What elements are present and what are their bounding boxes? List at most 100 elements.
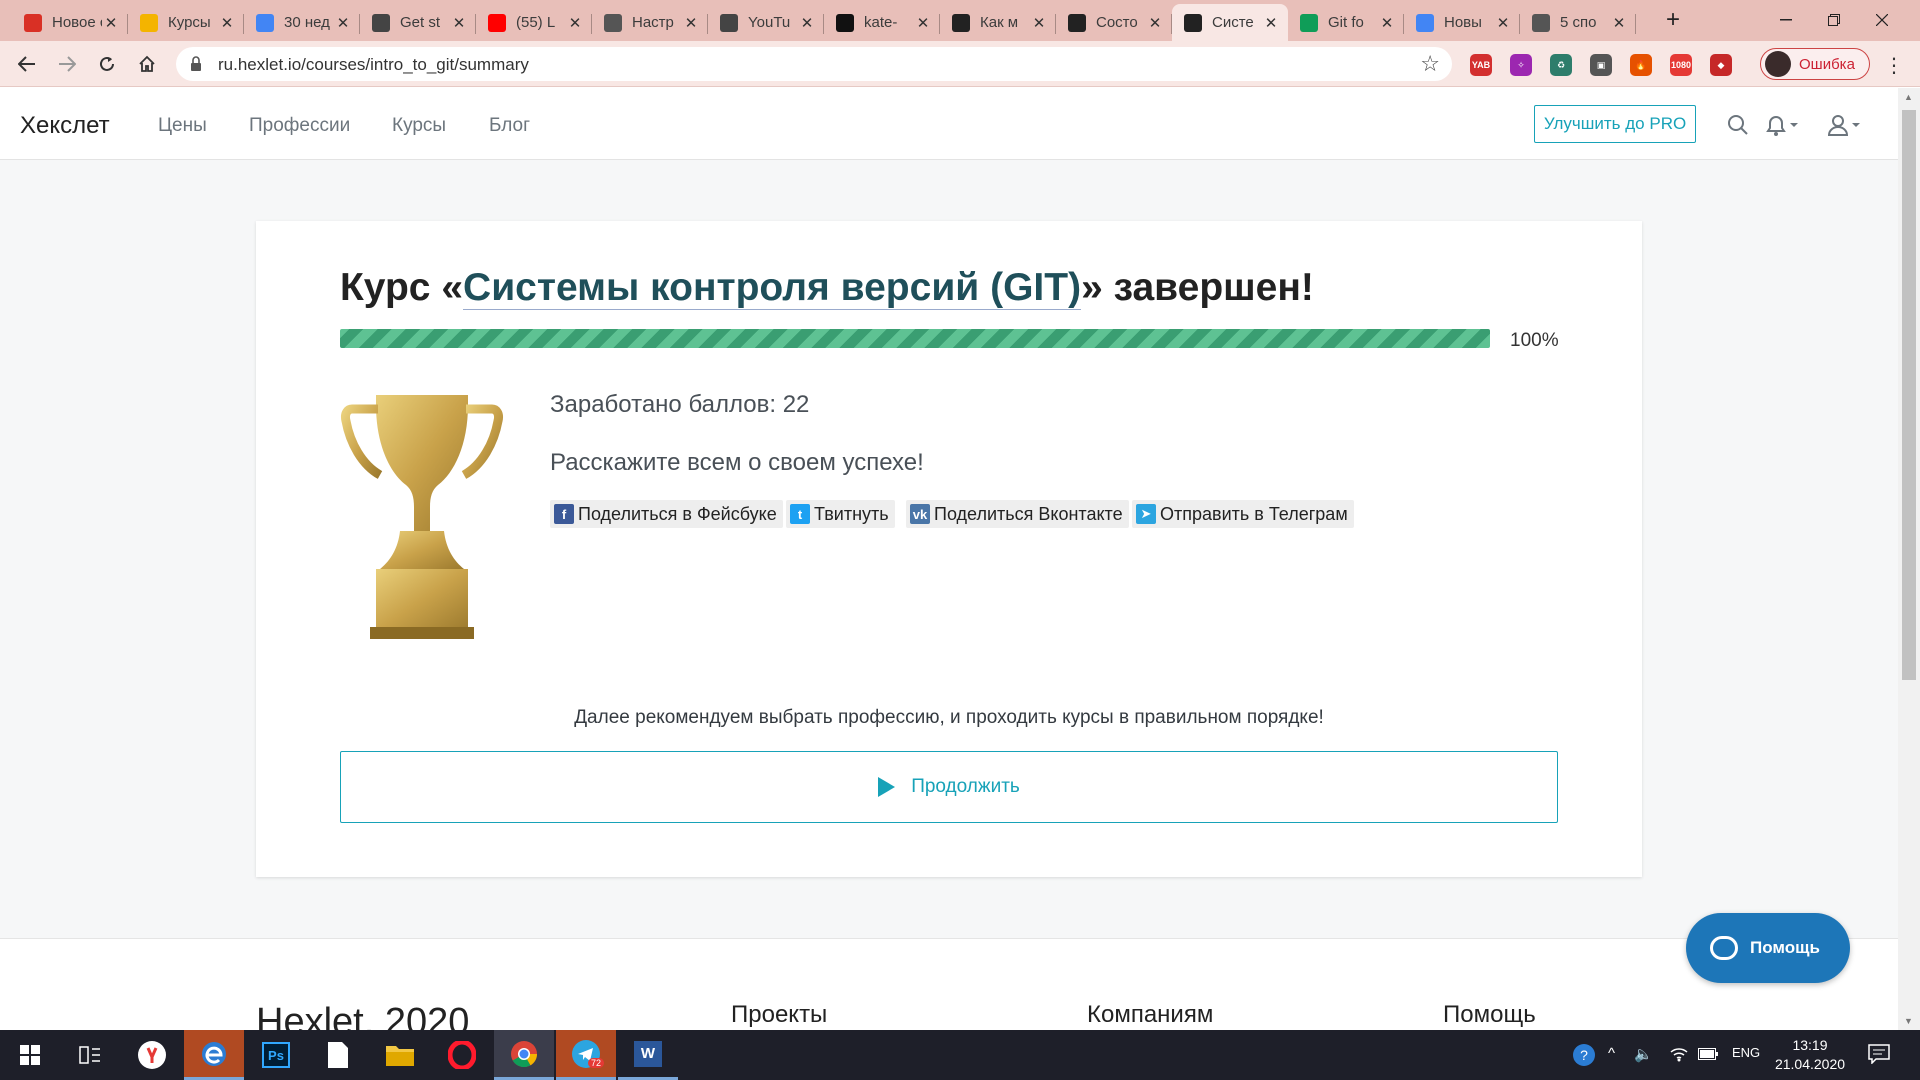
nav-link[interactable]: Профессии: [249, 115, 350, 137]
share-button[interactable]: f Поделиться в Фейсбуке: [550, 500, 783, 528]
screenshot-ext-icon[interactable]: ▣: [1590, 54, 1612, 76]
notepad-taskbar[interactable]: [308, 1030, 368, 1080]
address-bar[interactable]: ru.hexlet.io/courses/intro_to_git/summar…: [176, 47, 1452, 81]
site-logo[interactable]: Хекслет: [20, 112, 110, 140]
continue-button[interactable]: Продолжить: [340, 751, 1558, 823]
browser-menu-icon[interactable]: ⋮: [1884, 53, 1904, 78]
bookmark-star-icon[interactable]: ☆: [1420, 51, 1440, 77]
red-ext-icon[interactable]: ◆: [1710, 54, 1732, 76]
browser-tab[interactable]: Состо ✕: [1056, 4, 1172, 41]
new-tab-button[interactable]: +: [1658, 6, 1688, 36]
volume-icon[interactable]: 🔈: [1634, 1045, 1653, 1063]
tab-close-icon[interactable]: ✕: [1030, 14, 1048, 32]
tab-close-icon[interactable]: ✕: [1494, 14, 1512, 32]
back-button[interactable]: [12, 49, 42, 79]
search-icon[interactable]: [1726, 113, 1750, 137]
yandex-ext-icon[interactable]: YAB: [1470, 54, 1492, 76]
globe-icon: [372, 13, 390, 32]
vk-icon: vk: [910, 504, 930, 524]
upgrade-pro-button[interactable]: Улучшить до PRO: [1534, 105, 1696, 143]
windows-taskbar: Ps 72 W ? ^ 🔈 ENG 13:19 21.04.2020: [0, 1030, 1920, 1080]
recycle-ext-icon[interactable]: ♻: [1550, 54, 1572, 76]
chrome-taskbar[interactable]: [494, 1030, 554, 1080]
scroll-down-icon[interactable]: ▼: [1904, 1016, 1913, 1026]
share-button[interactable]: vk Поделиться Вконтакте: [906, 500, 1129, 528]
browser-tab[interactable]: Настр ✕: [592, 4, 708, 41]
user-menu-icon[interactable]: [1826, 113, 1862, 137]
tray-chevron-icon[interactable]: ^: [1608, 1045, 1615, 1062]
tab-close-icon[interactable]: ✕: [1146, 14, 1164, 32]
browser-tab[interactable]: Как м ✕: [940, 4, 1056, 41]
language-indicator[interactable]: ENG: [1732, 1045, 1760, 1060]
browser-tab[interactable]: Get st ✕: [360, 4, 476, 41]
hd-ext-icon[interactable]: 1080: [1670, 54, 1692, 76]
tab-close-icon[interactable]: ✕: [102, 14, 120, 32]
tab-close-icon[interactable]: ✕: [798, 14, 816, 32]
tab-close-icon[interactable]: ✕: [334, 14, 352, 32]
scrollbar-thumb[interactable]: [1902, 110, 1916, 680]
help-button[interactable]: Помощь: [1686, 913, 1850, 983]
scroll-up-icon[interactable]: ▲: [1904, 92, 1913, 102]
page-scrollbar[interactable]: ▲ ▼: [1898, 88, 1920, 1030]
task-view-button[interactable]: [60, 1030, 120, 1080]
tab-title: Новы: [1444, 14, 1482, 31]
forward-button[interactable]: [52, 49, 82, 79]
nav-link[interactable]: Курсы: [392, 115, 446, 137]
fire-ext-icon[interactable]: 🔥: [1630, 54, 1652, 76]
tab-close-icon[interactable]: ✕: [218, 14, 236, 32]
close-window-button[interactable]: [1858, 0, 1906, 40]
profile-button[interactable]: Ошибка: [1760, 48, 1870, 80]
tab-close-icon[interactable]: ✕: [566, 14, 584, 32]
footer-column-heading: Помощь: [1443, 1001, 1536, 1028]
word-taskbar[interactable]: W: [618, 1030, 678, 1080]
browser-tab[interactable]: (55) L ✕: [476, 4, 592, 41]
telegram-taskbar[interactable]: 72: [556, 1030, 616, 1080]
tab-close-icon[interactable]: ✕: [914, 14, 932, 32]
course-link[interactable]: Системы контроля версий (GIT): [463, 266, 1082, 310]
tab-close-icon[interactable]: ✕: [1610, 14, 1628, 32]
contacts-icon: [256, 13, 274, 32]
sparkle-ext-icon[interactable]: ✧: [1510, 54, 1532, 76]
share-button[interactable]: ➤ Отправить в Телеграм: [1132, 500, 1354, 528]
reload-button[interactable]: [92, 49, 122, 79]
system-clock[interactable]: 13:19 21.04.2020: [1764, 1036, 1856, 1074]
continue-label: Продолжить: [911, 776, 1020, 797]
explorer-taskbar[interactable]: [370, 1030, 430, 1080]
share-button[interactable]: t Твитнуть: [786, 500, 895, 528]
browser-tab[interactable]: Курсы ✕: [128, 4, 244, 41]
yandex-browser-taskbar[interactable]: [122, 1030, 182, 1080]
browser-tab-strip: Новое сообщение✕Курсы✕30 нед✕Get st✕(55)…: [0, 0, 1920, 41]
nav-link[interactable]: Блог: [489, 115, 530, 137]
browser-tab[interactable]: Новое сообщение✕: [12, 4, 128, 41]
browser-tab[interactable]: 30 нед ✕: [244, 4, 360, 41]
opera-icon: [448, 1041, 476, 1069]
browser-tab[interactable]: Новы ✕: [1404, 4, 1520, 41]
tab-close-icon[interactable]: ✕: [1262, 14, 1280, 32]
wifi-icon[interactable]: [1670, 1046, 1688, 1062]
start-button[interactable]: [0, 1030, 60, 1080]
notifications-bell-icon[interactable]: [1764, 113, 1800, 137]
help-tray-icon[interactable]: ?: [1572, 1043, 1596, 1067]
points-earned: Заработано баллов: 22: [550, 391, 810, 418]
tab-close-icon[interactable]: ✕: [682, 14, 700, 32]
hexlet-icon: [1068, 13, 1086, 32]
browser-tab[interactable]: Git fo ✕: [1288, 4, 1404, 41]
photoshop-taskbar[interactable]: Ps: [246, 1030, 306, 1080]
browser-tab[interactable]: YouTu ✕: [708, 4, 824, 41]
minimize-button[interactable]: [1762, 0, 1810, 40]
course-summary-card: Курс «Системы контроля версий (GIT)» зав…: [256, 221, 1642, 877]
battery-icon[interactable]: [1698, 1048, 1718, 1060]
action-center-icon[interactable]: [1868, 1044, 1890, 1064]
tab-close-icon[interactable]: ✕: [1378, 14, 1396, 32]
site-header: Хекслет Цены Профессии Курсы Блог Улучшить …: [0, 88, 1898, 160]
browser-tab[interactable]: Систе ✕: [1172, 4, 1288, 41]
restore-button[interactable]: [1810, 0, 1858, 40]
edge-taskbar[interactable]: [184, 1030, 244, 1080]
nav-link[interactable]: Цены: [158, 115, 207, 137]
home-button[interactable]: [132, 49, 162, 79]
back-arrow-icon: [18, 56, 35, 72]
browser-tab[interactable]: 5 спо ✕: [1520, 4, 1636, 41]
tab-close-icon[interactable]: ✕: [450, 14, 468, 32]
opera-taskbar[interactable]: [432, 1030, 492, 1080]
browser-tab[interactable]: kate- ✕: [824, 4, 940, 41]
